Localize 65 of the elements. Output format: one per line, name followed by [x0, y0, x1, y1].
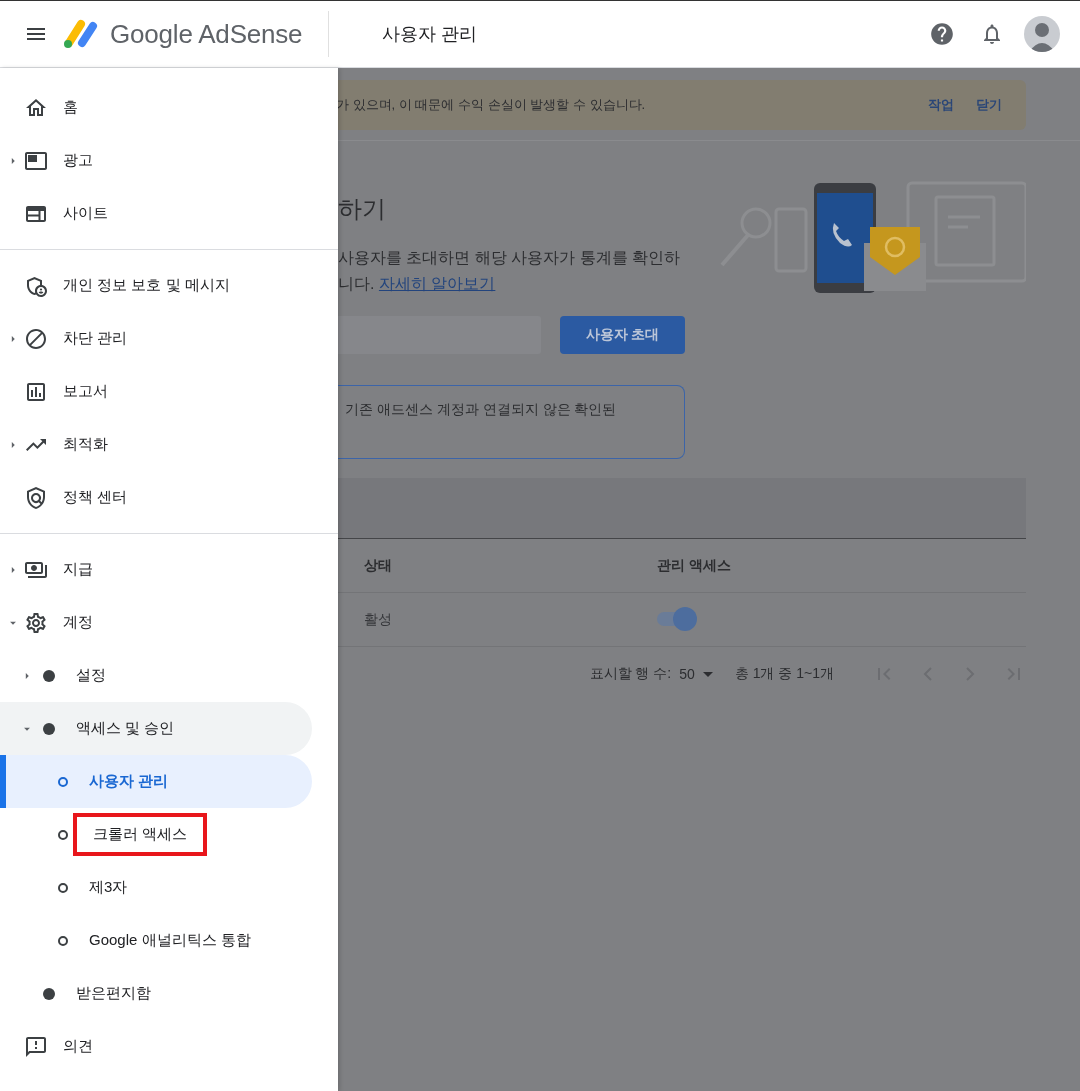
item-label: 받은편지함: [76, 984, 151, 1003]
sidebar-item[interactable]: 받은편지함: [0, 967, 312, 1020]
item-label: 의견: [63, 1037, 93, 1056]
bullet-icon: [43, 987, 55, 1000]
sidebar-item[interactable]: 사이트: [0, 187, 312, 240]
sidebar-item[interactable]: 홈: [0, 81, 312, 134]
block-icon: [24, 326, 48, 351]
sidebar-item[interactable]: 차단 관리: [0, 312, 312, 365]
sidebar-item[interactable]: 제3자: [0, 861, 312, 914]
bullet-icon: [43, 722, 55, 735]
notice-text: 기존 애드센스 계정과 연결되지 않은 확인된: [345, 401, 617, 417]
circle-bullet-icon: [58, 829, 68, 840]
brand-name: Google AdSense: [110, 18, 303, 50]
settings-icon: [24, 610, 48, 635]
column-header: 관리 액세스: [657, 556, 732, 575]
item-label: 광고: [63, 151, 93, 170]
item-label: 사용자 관리: [89, 772, 169, 791]
item-label: 차단 관리: [63, 329, 128, 348]
email-input-field[interactable]: [338, 316, 541, 354]
sidebar-item[interactable]: 광고: [0, 134, 312, 187]
admin-access-toggle[interactable]: [657, 606, 697, 630]
item-label: 지급: [63, 560, 93, 579]
item-label: 사이트: [63, 204, 108, 223]
section-heading: 하기: [338, 194, 387, 224]
sidebar-item[interactable]: 크롤러 액세스: [0, 808, 312, 861]
page-title: 사용자 관리: [382, 23, 479, 46]
rows-per-page-select[interactable]: 50: [679, 666, 713, 682]
column-header: 상태: [364, 556, 393, 575]
sidebar-item[interactable]: 최적화: [0, 418, 312, 471]
help-icon: [929, 21, 955, 47]
item-label: 제3자: [89, 878, 128, 897]
description-text: 사용자를 초대하면 해당 사용자가 통계를 확인하 니다. 자세히 알아보기: [338, 248, 682, 294]
sidebar-item[interactable]: 개인 정보 보호 및 메시지: [0, 259, 312, 312]
circle-bullet-icon: [58, 776, 68, 787]
sidebar-item[interactable]: 사용자 관리: [0, 755, 312, 808]
sidebar-item[interactable]: 액세스 및 승인: [0, 702, 312, 755]
item-label: 설정: [76, 666, 106, 685]
sidebar-item[interactable]: 보고서: [0, 365, 312, 418]
sidebar-item[interactable]: 정책 센터: [0, 471, 312, 524]
item-label: 보고서: [63, 382, 108, 401]
item-label: 액세스 및 승인: [76, 719, 175, 738]
item-label: 정책 센터: [63, 488, 128, 507]
dropdown-arrow-icon: [702, 671, 713, 677]
bullet-icon: [43, 669, 55, 682]
sidebar-item[interactable]: 지급: [0, 543, 312, 596]
item-label: 최적화: [63, 435, 108, 454]
item-label: Google 애널리틱스 통합: [89, 931, 251, 950]
sidebar-item[interactable]: 의견: [0, 1020, 312, 1073]
sidebar-item[interactable]: 계정: [0, 596, 312, 649]
sidebar-item[interactable]: Google 애널리틱스 통합: [0, 914, 312, 967]
feedback-icon: [24, 1034, 48, 1059]
item-label: 개인 정보 보호 및 메시지: [63, 276, 230, 295]
item-label: 계정: [63, 613, 93, 632]
table-cell-text: 활성: [364, 610, 393, 629]
sidebar-item[interactable]: 설정: [0, 649, 312, 702]
invite-user-button[interactable]: 사용자 초대: [560, 316, 685, 354]
circle-bullet-icon: [58, 882, 68, 893]
avatar[interactable]: [1024, 16, 1060, 52]
page-range: 총 1개 중 1~1개: [734, 665, 834, 683]
circle-bullet-icon: [58, 935, 68, 946]
shield-search-icon: [24, 485, 48, 510]
help-button[interactable]: [929, 21, 955, 47]
highlighted-label: 크롤러 액세스: [73, 813, 208, 856]
rows-per-page-label: 표시할 행 수:: [589, 665, 672, 683]
item-label: 홈: [63, 98, 78, 117]
